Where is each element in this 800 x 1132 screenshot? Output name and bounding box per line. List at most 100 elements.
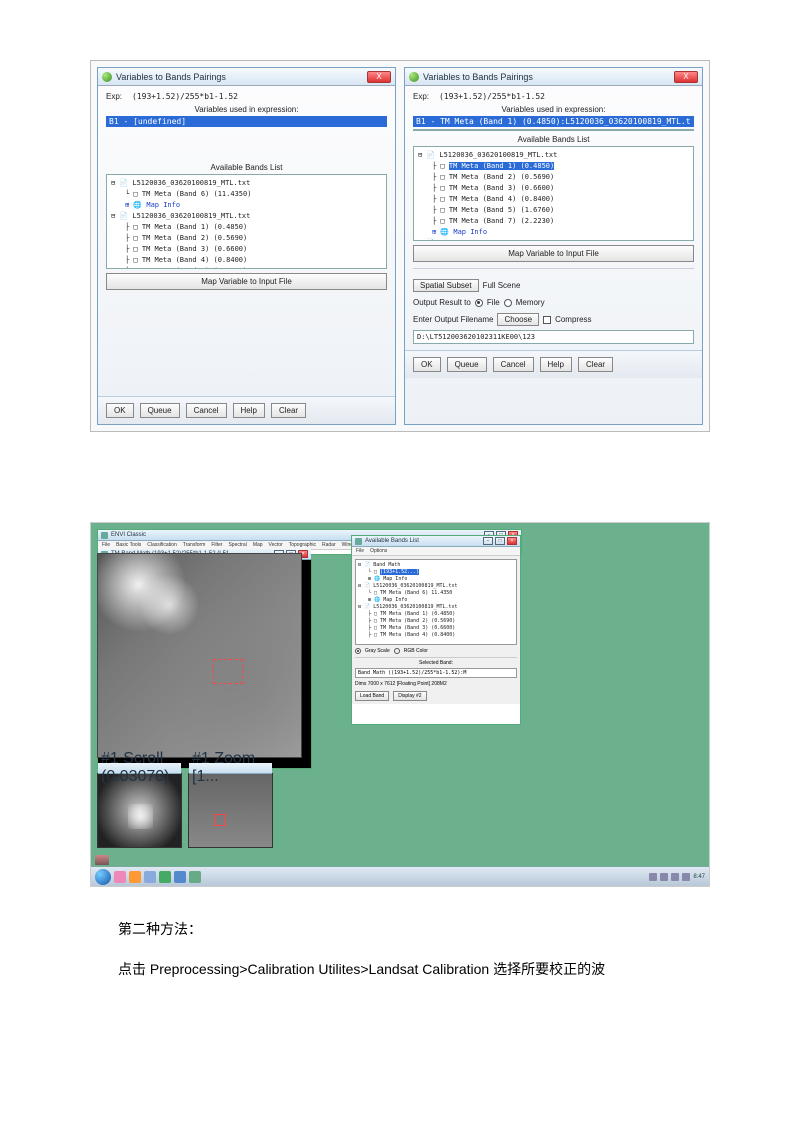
zoom-thumbnail[interactable]: #1 Zoom [1... xyxy=(188,773,273,848)
paragraph-steps: 点击 Preprocessing>Calibration Utilites>La… xyxy=(90,955,710,983)
minimize-icon[interactable]: − xyxy=(483,537,493,545)
enter-filename-label: Enter Output Filename xyxy=(413,315,493,324)
tray-icon[interactable] xyxy=(671,873,679,881)
app-icon xyxy=(409,72,419,82)
tree-file[interactable]: ⊟ 📄 L5120036_03620100819_MTL.txt xyxy=(111,211,382,222)
close-icon[interactable]: X xyxy=(674,71,698,83)
variable-selection[interactable]: B1 - TM Meta (Band 1) (0.4850):L5120036_… xyxy=(413,116,694,127)
menu-item[interactable]: Basic Tools xyxy=(116,542,141,548)
cancel-button[interactable]: Cancel xyxy=(493,357,534,372)
menu-item[interactable]: Vector xyxy=(269,542,283,548)
tree-band[interactable]: ├ □ TM Meta (Band 7) (2.2230) xyxy=(418,216,689,227)
bandlist-menubar[interactable]: File Options xyxy=(352,547,520,556)
ok-button[interactable]: OK xyxy=(106,403,134,418)
clock: 8:47 xyxy=(693,874,705,880)
taskbar: 8:47 xyxy=(91,866,709,886)
loadband-button[interactable]: Load Band xyxy=(355,691,389,701)
map-variable-button[interactable]: Map Variable to Input File xyxy=(106,273,387,290)
menu-item[interactable]: Map xyxy=(253,542,263,548)
tree-band[interactable]: ├ □ TM Meta (Band 3) (0.6600) xyxy=(418,183,689,194)
start-button[interactable] xyxy=(95,869,111,885)
titlebar: Variables to Bands Pairings X xyxy=(98,68,395,86)
window-title: Variables to Bands Pairings xyxy=(116,72,363,82)
ok-button[interactable]: OK xyxy=(413,357,441,372)
selection-box[interactable] xyxy=(213,659,243,684)
tray-icon[interactable] xyxy=(660,873,668,881)
queue-button[interactable]: Queue xyxy=(447,357,487,372)
menu-item[interactable]: Topographic xyxy=(289,542,316,548)
taskbar-icon[interactable] xyxy=(189,871,201,883)
bandlist-tree[interactable]: ⊟ 📄 Band Math └ □ (193+1.52...) ⊞ 🌐 Map … xyxy=(355,559,517,645)
gray-radio[interactable] xyxy=(355,648,361,654)
scrollbar[interactable] xyxy=(413,129,694,131)
menu-item[interactable]: File xyxy=(356,548,364,554)
bandlist-window: Available Bands List −□× File Options ⊟ … xyxy=(351,535,521,725)
close-icon[interactable]: × xyxy=(507,537,517,545)
help-button[interactable]: Help xyxy=(233,403,265,418)
tree-file[interactable]: ⊟ 📄 L5120036_03620100819_MTL.txt xyxy=(111,178,382,189)
menu-item[interactable]: Spectral xyxy=(228,542,246,548)
menu-item[interactable]: Filter xyxy=(211,542,222,548)
tree-band[interactable]: ├ □ TM Meta (Band 4) (0.8400) xyxy=(418,194,689,205)
tree-band[interactable]: ├ □ TM Meta (Band 1) (0.4850) xyxy=(418,161,689,172)
taskbar-icon[interactable] xyxy=(114,871,126,883)
variable-selection[interactable]: B1 - [undefined] xyxy=(106,116,387,127)
dialog-left: Variables to Bands Pairings X Exp: (193+… xyxy=(97,67,396,425)
tree-band[interactable]: ├ □ TM Meta (Band 3) (0.6600) xyxy=(111,244,382,255)
taskbar-icon[interactable] xyxy=(129,871,141,883)
vars-label: Variables used in expression: xyxy=(106,105,387,114)
taskbar-icon[interactable] xyxy=(159,871,171,883)
clear-button[interactable]: Clear xyxy=(271,403,306,418)
vars-label: Variables used in expression: xyxy=(413,105,694,114)
compress-checkbox[interactable] xyxy=(543,316,551,324)
menu-item[interactable]: Radar xyxy=(322,542,336,548)
satellite-image[interactable] xyxy=(97,553,302,758)
app-icon xyxy=(101,532,108,539)
compress-label: Compress xyxy=(555,315,591,324)
bands-tree[interactable]: ⊟ 📄 L5120036_03620100819_MTL.txt └ □ TM … xyxy=(106,174,387,269)
file-radio[interactable] xyxy=(475,299,483,307)
cancel-button[interactable]: Cancel xyxy=(186,403,227,418)
tree-band[interactable]: ├ □ TM Meta (Band 5) (1.6760) xyxy=(418,205,689,216)
queue-button[interactable]: Queue xyxy=(140,403,180,418)
tree-band[interactable]: ├ □ TM Meta (Band 5) (1.6760) xyxy=(111,266,382,269)
tree-file[interactable]: ⊟ 📄 L5120036_03620100819_MTL.txt xyxy=(418,150,689,161)
tree-band[interactable]: ├ □ TM Meta (Band 1) (0.4850) xyxy=(111,222,382,233)
selected-band-value: Band Math ((193+1.52)/255*b1-1.52):M xyxy=(355,668,517,678)
filename-input[interactable]: D:\LT512003620102311KE00\123 xyxy=(413,330,694,344)
taskbar-icon[interactable] xyxy=(144,871,156,883)
titlebar: Available Bands List −□× xyxy=(352,536,520,547)
map-variable-button[interactable]: Map Variable to Input File xyxy=(413,245,694,262)
tree-band[interactable]: ├ □ TM Meta (Band 2) (0.5690) xyxy=(418,172,689,183)
tree-band[interactable]: └ □ TM Meta (Band 6) (11.4350) xyxy=(111,189,382,200)
window-title: Variables to Bands Pairings xyxy=(423,72,670,82)
menu-item[interactable]: Options xyxy=(370,548,387,554)
figure-desktop: ENVI Classic −□× File Basic Tools Classi… xyxy=(90,522,710,887)
taskbar-icon[interactable] xyxy=(174,871,186,883)
bands-tree[interactable]: ⊟ 📄 L5120036_03620100819_MTL.txt ├ □ TM … xyxy=(413,146,694,241)
menu-item[interactable]: Classification xyxy=(147,542,176,548)
paragraph-method2: 第二种方法： xyxy=(90,915,710,943)
spatial-subset-button[interactable]: Spatial Subset xyxy=(413,279,479,292)
choose-button[interactable]: Choose xyxy=(497,313,539,326)
menu-item[interactable]: Transform xyxy=(183,542,206,548)
menu-item[interactable]: File xyxy=(102,542,110,548)
memory-radio[interactable] xyxy=(504,299,512,307)
clear-button[interactable]: Clear xyxy=(578,357,613,372)
tray-icon[interactable] xyxy=(649,873,657,881)
rgb-radio[interactable] xyxy=(394,648,400,654)
display-button[interactable]: Display #2 xyxy=(393,691,426,701)
tree-band[interactable]: ├ □ TM Meta (Band 2) (0.5690) xyxy=(111,233,382,244)
close-icon[interactable]: X xyxy=(367,71,391,83)
tree-mapinfo[interactable]: ⊞ 🌐 Map Info xyxy=(418,227,689,238)
tree-mapinfo[interactable]: ⊞ 🌐 Map Info xyxy=(111,200,382,211)
help-button[interactable]: Help xyxy=(540,357,572,372)
desktop-icon[interactable] xyxy=(95,855,109,865)
full-scene-label: Full Scene xyxy=(483,281,521,290)
scroll-thumbnail[interactable]: #1 Scroll (0.03070) xyxy=(97,773,182,848)
tray-icon[interactable] xyxy=(682,873,690,881)
tree-band[interactable]: ├ □ TM Meta (Band 4) (0.8400) xyxy=(111,255,382,266)
maximize-icon[interactable]: □ xyxy=(495,537,505,545)
tree-file[interactable]: ⊟ 📄 L5120036_03620100819_MTL.txt xyxy=(418,238,689,241)
figure-dialogs: Variables to Bands Pairings X Exp: (193+… xyxy=(90,60,710,432)
